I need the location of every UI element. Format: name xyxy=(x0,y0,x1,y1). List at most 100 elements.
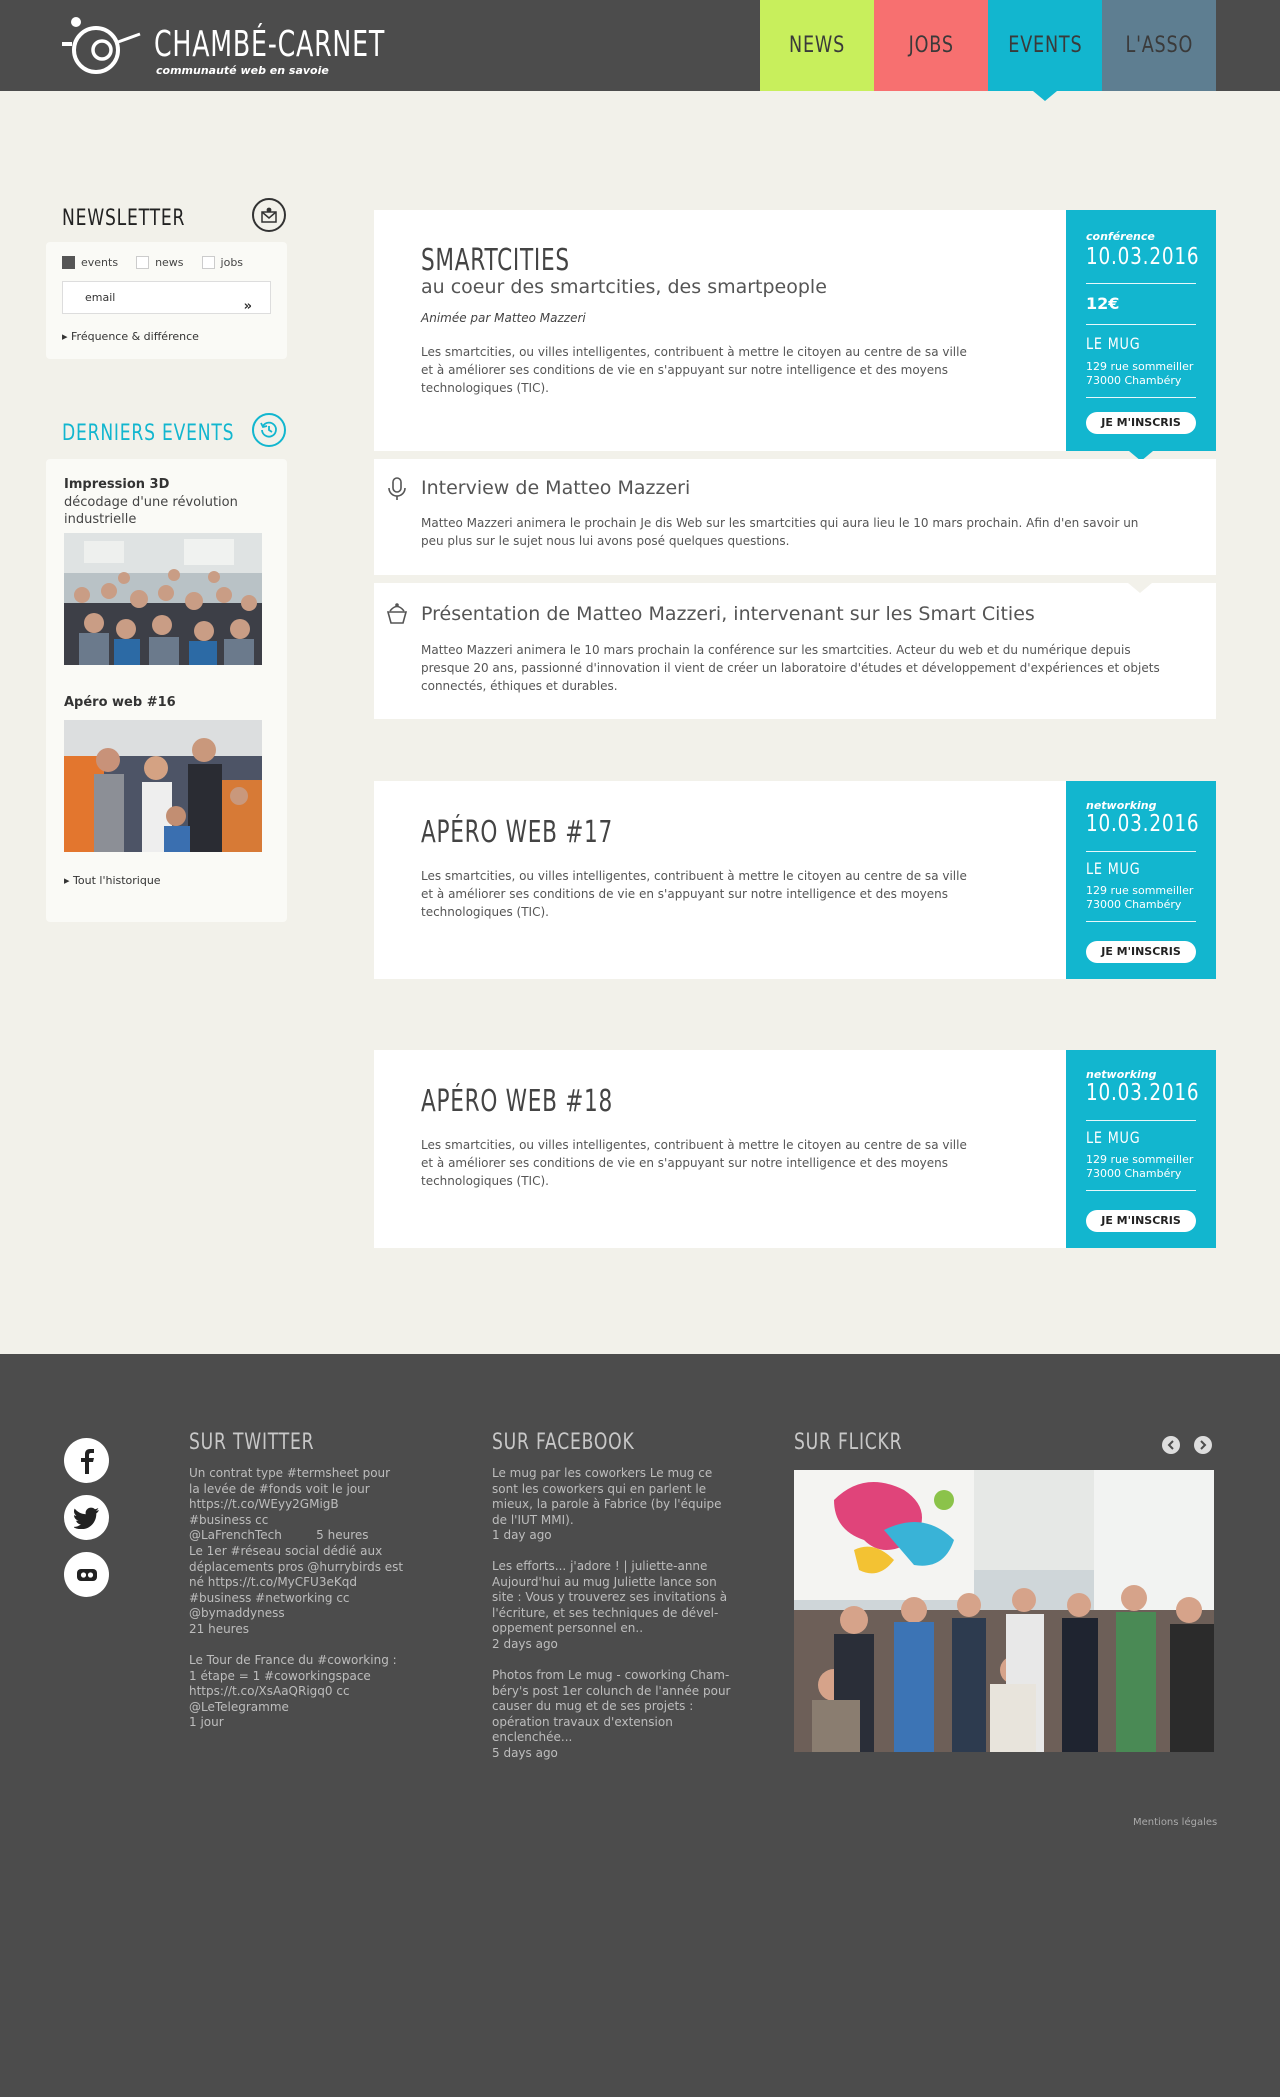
facebook-post[interactable]: Photos from Le mug - coworking Cham-béry… xyxy=(492,1668,740,1761)
event-date: 10.03.2016 xyxy=(1086,1080,1200,1106)
facebook-post[interactable]: Le mug par les coworkers Le mug ce sont … xyxy=(492,1466,740,1544)
event-card[interactable]: SMARTCITIES au coeur des smartcities, de… xyxy=(374,210,1066,451)
facebook-icon[interactable] xyxy=(64,1438,109,1483)
event-venue: LE MUG xyxy=(1086,859,1141,878)
tweet-time: 1 jour xyxy=(189,1715,224,1729)
nav-jobs[interactable]: JOBS xyxy=(874,0,988,91)
email-value: email xyxy=(85,291,116,304)
event-address-line2: 73000 Chambéry xyxy=(1086,1167,1182,1180)
event-title: APÉRO WEB #17 xyxy=(421,815,613,850)
nav-events[interactable]: EVENTS xyxy=(988,0,1102,101)
event-title: APÉRO WEB #18 xyxy=(421,1084,613,1119)
tweet[interactable]: Un contrat type #termsheet pour la levée… xyxy=(189,1466,404,1544)
flickr-prev-button[interactable] xyxy=(1162,1436,1180,1454)
tweet[interactable]: Le Tour de France du #coworking : 1 étap… xyxy=(189,1653,404,1731)
mail-icon xyxy=(261,207,277,223)
divider xyxy=(1086,921,1196,922)
legal-link[interactable]: Mentions légales xyxy=(1133,1817,1217,1828)
newsletter-options: events news jobs xyxy=(62,256,243,269)
frequency-link-label: Fréquence & différence xyxy=(71,330,199,343)
checkbox-jobs-box[interactable] xyxy=(201,256,215,269)
last-event-title[interactable]: Apéro web #16 xyxy=(64,695,176,710)
cupcake-icon xyxy=(386,603,408,624)
checkbox-news-label: news xyxy=(155,256,184,269)
tweet[interactable]: Le 1er #réseau social dédié aux déplacem… xyxy=(189,1544,404,1637)
facebook-post-text: Les efforts... j'adore ! | juliette-anne… xyxy=(492,1559,728,1635)
email-field[interactable]: email » xyxy=(62,281,271,314)
nav-asso-label: L'ASSO xyxy=(1125,33,1193,58)
event-card[interactable]: APÉRO WEB #18 Les smartcities, ou villes… xyxy=(374,1050,1066,1248)
event-description: Les smartcities, ou villes intelligentes… xyxy=(421,869,967,919)
subscribe-submit-icon[interactable]: » xyxy=(244,291,252,322)
last-events-heading: DERNIERS EVENTS xyxy=(62,421,235,446)
event-address-line2: 73000 Chambéry xyxy=(1086,898,1182,911)
related-article-description: Matteo Mazzeri animera le 10 mars procha… xyxy=(421,643,1160,693)
nav-jobs-label: JOBS xyxy=(908,33,954,58)
register-button[interactable]: JE M'INSCRIS xyxy=(1086,941,1196,963)
event-address-line1: 129 rue sommeiller xyxy=(1086,884,1194,897)
last-events-box: Impression 3D décodage d'une révolution … xyxy=(46,459,287,922)
checkbox-jobs-label: jobs xyxy=(220,256,244,269)
divider xyxy=(1086,1120,1196,1121)
facebook-post-text: Le mug par les coworkers Le mug ce sont … xyxy=(492,1466,722,1527)
last-event-subtitle: décodage d'une révolution industrielle xyxy=(64,495,238,527)
related-article-title[interactable]: Interview de Matteo Mazzeri xyxy=(421,477,690,499)
nav-asso[interactable]: L'ASSO xyxy=(1102,0,1216,91)
flickr-heading: SUR FLICKR xyxy=(794,1430,903,1455)
facebook-heading: SUR FACEBOOK xyxy=(492,1430,635,1455)
flickr-photo[interactable] xyxy=(794,1470,1214,1752)
last-event-photo[interactable] xyxy=(64,533,262,665)
event-info-panel: conférence 10.03.2016 12€ LE MUG 129 rue… xyxy=(1066,210,1216,461)
twitter-icon[interactable] xyxy=(64,1495,109,1540)
history-link-label: Tout l'historique xyxy=(73,874,161,887)
logo-mark-icon xyxy=(62,17,141,74)
event-title: SMARTCITIES xyxy=(421,243,570,278)
related-article[interactable]: Interview de Matteo Mazzeri Matteo Mazze… xyxy=(374,459,1216,575)
flickr-icon[interactable] xyxy=(64,1552,109,1597)
history-link[interactable]: ▸ Tout l'historique xyxy=(64,874,161,887)
event-subtitle: au coeur des smartcities, des smartpeopl… xyxy=(421,276,827,298)
checkbox-events[interactable]: events xyxy=(62,256,118,269)
register-button[interactable]: JE M'INSCRIS xyxy=(1086,1210,1196,1232)
checkbox-jobs[interactable]: jobs xyxy=(201,256,244,269)
event-info-panel: networking 10.03.2016 LE MUG 129 rue som… xyxy=(1066,781,1216,979)
register-button[interactable]: JE M'INSCRIS xyxy=(1086,412,1196,434)
caret-right-icon: ▸ xyxy=(62,330,68,343)
last-event-photo[interactable] xyxy=(64,720,262,852)
newsletter-heading: NEWSLETTER xyxy=(62,206,186,231)
last-event-title[interactable]: Impression 3D xyxy=(64,477,169,492)
checkbox-news[interactable]: news xyxy=(136,256,184,269)
event-address-line1: 129 rue sommeiller xyxy=(1086,1153,1194,1166)
active-nav-pointer xyxy=(1033,91,1057,101)
related-article[interactable]: Présentation de Matteo Mazzeri, interven… xyxy=(374,583,1216,719)
logo-title: CHAMBÉ-CARNET xyxy=(154,24,386,65)
twitter-heading: SUR TWITTER xyxy=(189,1430,315,1455)
event-description: Les smartcities, ou villes intelligentes… xyxy=(421,1138,967,1188)
divider xyxy=(1086,283,1196,284)
divider xyxy=(1086,324,1196,325)
event-card[interactable]: APÉRO WEB #17 Les smartcities, ou villes… xyxy=(374,781,1066,979)
site-logo[interactable]: CHAMBÉ-CARNET communauté web en savoie xyxy=(62,14,422,80)
checkbox-events-box[interactable] xyxy=(62,256,75,269)
site-header: CHAMBÉ-CARNET communauté web en savoie N… xyxy=(0,0,1280,101)
facebook-post[interactable]: Les efforts... j'adore ! | juliette-anne… xyxy=(492,1559,740,1652)
tweet-text: Le Tour de France du #coworking : 1 étap… xyxy=(189,1653,397,1714)
tweet-text: Le 1er #réseau social dédié aux déplacem… xyxy=(189,1544,404,1620)
checkbox-news-box[interactable] xyxy=(136,256,150,269)
tweet-time: 21 heures xyxy=(189,1621,249,1636)
site-footer: SUR TWITTER Un contrat type #termsheet p… xyxy=(0,1354,1280,2097)
nav-news[interactable]: NEWS xyxy=(760,0,874,91)
main-nav: NEWS JOBS EVENTS L'ASSO xyxy=(760,0,1216,101)
flickr-next-button[interactable] xyxy=(1194,1436,1212,1454)
caret-right-icon: ▸ xyxy=(64,874,70,887)
related-article-title[interactable]: Présentation de Matteo Mazzeri, interven… xyxy=(421,603,1035,625)
event-byline: Animée par Matteo Mazzeri xyxy=(421,311,586,325)
facebook-post-time: 2 days ago xyxy=(492,1636,558,1651)
logo-subtitle: communauté web en savoie xyxy=(156,64,329,77)
last-events-badge xyxy=(252,413,286,447)
facebook-post-time: 1 day ago xyxy=(492,1528,552,1542)
frequency-link[interactable]: ▸ Fréquence & différence xyxy=(62,330,199,343)
event-venue: LE MUG xyxy=(1086,334,1141,353)
divider xyxy=(1086,397,1196,398)
event-venue: LE MUG xyxy=(1086,1128,1141,1147)
